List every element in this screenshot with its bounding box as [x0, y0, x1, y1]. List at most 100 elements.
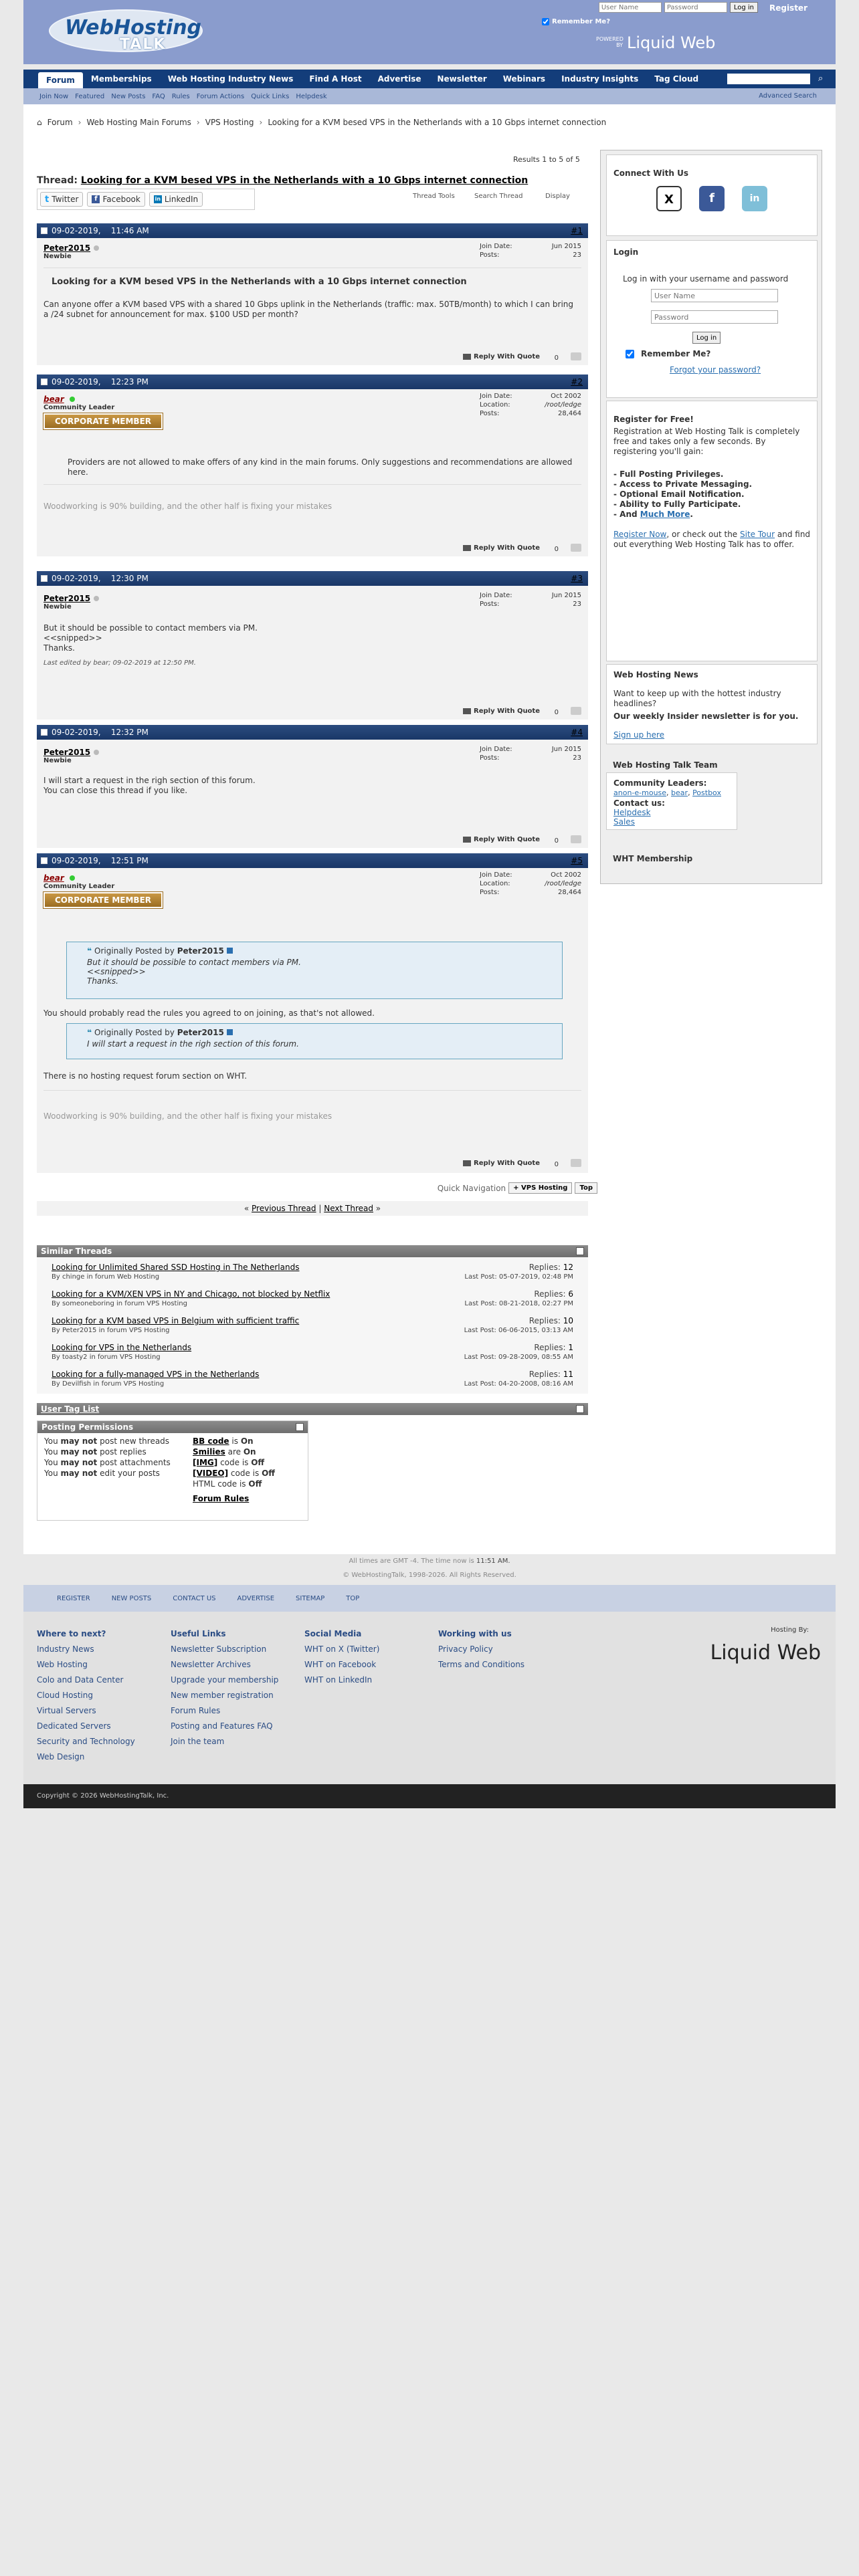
remember-checkbox[interactable] — [542, 18, 549, 25]
home-icon[interactable]: ⌂ — [37, 118, 42, 127]
footer-register-link[interactable]: REGISTER — [57, 1595, 90, 1602]
footer-link[interactable]: Upgrade your membership — [171, 1673, 278, 1688]
crumb-vps-hosting[interactable]: VPS Hosting — [205, 118, 254, 127]
reply-with-quote-button[interactable]: Reply With Quote — [463, 708, 540, 715]
view-post-icon[interactable] — [226, 948, 233, 954]
footer-new-posts-link[interactable]: NEW POSTS — [112, 1595, 152, 1602]
username-link[interactable]: bear — [43, 395, 64, 404]
footer-link[interactable]: Colo and Data Center — [37, 1673, 135, 1688]
similar-thread-link[interactable]: Looking for a KVM based VPS in Belgium w… — [52, 1316, 299, 1325]
nav-webinars[interactable]: Webinars — [495, 70, 553, 88]
footer-link[interactable]: WHT on LinkedIn — [304, 1673, 379, 1688]
subnav-new-posts[interactable]: New Posts — [111, 93, 145, 100]
site-tour-link[interactable]: Site Tour — [740, 530, 775, 539]
footer-link[interactable]: Security and Technology — [37, 1734, 135, 1749]
nav-advertise[interactable]: Advertise — [370, 70, 430, 88]
leader-link[interactable]: Postbox — [692, 788, 721, 797]
username-link[interactable]: Peter2015 — [43, 748, 90, 757]
footer-link[interactable]: Newsletter Archives — [171, 1657, 278, 1673]
view-post-icon[interactable] — [226, 1029, 233, 1035]
forgot-password-link[interactable]: Forgot your password? — [670, 365, 761, 374]
crumb-forum[interactable]: Forum — [47, 118, 73, 127]
signup-link[interactable]: Sign up here — [613, 730, 664, 740]
thread-tools-menu[interactable]: Thread Tools — [413, 193, 455, 200]
liquid-web-logo[interactable]: Liquid Web — [627, 33, 715, 52]
post-number[interactable]: #2 — [571, 377, 583, 387]
username-link[interactable]: Peter2015 — [43, 594, 90, 603]
reply-with-quote-button[interactable]: Reply With Quote — [463, 544, 540, 552]
site-logo[interactable]: WebHosting TALK — [42, 5, 209, 58]
username-link[interactable]: bear — [43, 873, 64, 883]
footer-link[interactable]: Newsletter Subscription — [171, 1642, 278, 1657]
footer-link[interactable]: Terms and Conditions — [438, 1657, 524, 1673]
footer-link[interactable]: Forum Rules — [171, 1703, 278, 1719]
subnav-faq[interactable]: FAQ — [152, 93, 165, 100]
linkedin-icon[interactable]: in — [742, 186, 767, 211]
previous-thread-link[interactable]: Previous Thread — [252, 1204, 316, 1213]
sidebar-remember-checkbox[interactable] — [626, 349, 634, 358]
login-button[interactable]: Log in — [729, 2, 758, 13]
post-number[interactable]: #1 — [571, 226, 583, 235]
leader-link[interactable]: bear — [671, 788, 688, 797]
thread-title-link[interactable]: Looking for a KVM besed VPS in the Nethe… — [81, 175, 528, 186]
x-icon[interactable]: X — [656, 186, 682, 211]
search-thread-menu[interactable]: Search Thread — [474, 193, 523, 200]
sidebar-remember[interactable]: Remember Me? — [626, 349, 710, 358]
video-code-link[interactable]: [VIDEO] — [193, 1469, 228, 1478]
helpdesk-link[interactable]: Helpdesk — [613, 808, 651, 818]
sidebar-login-button[interactable]: Log in — [692, 332, 721, 344]
twitter-share-button[interactable]: t Twitter — [40, 192, 84, 207]
like-icon[interactable] — [571, 544, 581, 552]
subnav-rules[interactable]: Rules — [172, 93, 190, 100]
nav-memberships[interactable]: Memberships — [83, 70, 160, 88]
subnav-helpdesk[interactable]: Helpdesk — [296, 93, 326, 100]
footer-contact-link[interactable]: CONTACT US — [173, 1595, 215, 1602]
footer-link[interactable]: Privacy Policy — [438, 1642, 524, 1657]
display-menu[interactable]: Display — [545, 193, 570, 200]
footer-link[interactable]: Web Design — [37, 1749, 135, 1765]
search-icon[interactable]: ⌕ — [818, 74, 829, 84]
nav-find-host[interactable]: Find A Host — [301, 70, 369, 88]
footer-advertise-link[interactable]: ADVERTISE — [237, 1595, 274, 1602]
reply-with-quote-button[interactable]: Reply With Quote — [463, 836, 540, 843]
subnav-join[interactable]: Join Now — [39, 93, 68, 100]
footer-link[interactable]: Join the team — [171, 1734, 278, 1749]
smilies-link[interactable]: Smilies — [193, 1447, 225, 1457]
like-icon[interactable] — [571, 707, 581, 715]
post-number[interactable]: #4 — [571, 728, 583, 737]
footer-link[interactable]: New member registration — [171, 1688, 278, 1703]
nav-industry-news[interactable]: Web Hosting Industry News — [160, 70, 302, 88]
reply-with-quote-button[interactable]: Reply With Quote — [463, 1160, 540, 1167]
footer-top-link[interactable]: TOP — [346, 1595, 359, 1602]
footer-sitemap-link[interactable]: SITEMAP — [296, 1595, 324, 1602]
collapse-icon[interactable] — [576, 1405, 584, 1413]
like-icon[interactable] — [571, 835, 581, 843]
img-code-link[interactable]: [IMG] — [193, 1458, 217, 1467]
user-tag-list-header[interactable]: User Tag List — [37, 1403, 588, 1415]
collapse-icon[interactable] — [296, 1423, 304, 1431]
nav-tag-cloud[interactable]: Tag Cloud — [646, 70, 706, 88]
post-number[interactable]: #3 — [571, 574, 583, 583]
collapse-icon[interactable] — [576, 1247, 584, 1255]
footer-link[interactable]: Virtual Servers — [37, 1703, 135, 1719]
footer-link[interactable]: Industry News — [37, 1642, 135, 1657]
next-thread-link[interactable]: Next Thread — [324, 1204, 373, 1213]
subnav-featured[interactable]: Featured — [75, 93, 104, 100]
like-icon[interactable] — [571, 352, 581, 360]
register-link[interactable]: Register — [769, 3, 807, 13]
register-now-link[interactable]: Register Now — [613, 530, 666, 539]
remember-me-top[interactable]: Remember Me? — [542, 18, 610, 25]
post-number[interactable]: #5 — [571, 856, 583, 865]
subnav-quick-links[interactable]: Quick Links — [251, 93, 289, 100]
footer-link[interactable]: Posting and Features FAQ — [171, 1719, 278, 1734]
nav-newsletter[interactable]: Newsletter — [430, 70, 495, 88]
quick-nav-select[interactable]: + VPS Hosting — [508, 1182, 573, 1194]
crumb-main-forums[interactable]: Web Hosting Main Forums — [86, 118, 191, 127]
facebook-share-button[interactable]: f Facebook — [87, 192, 145, 207]
footer-link[interactable]: WHT on Facebook — [304, 1657, 379, 1673]
username-input[interactable] — [598, 2, 662, 13]
reply-with-quote-button[interactable]: Reply With Quote — [463, 353, 540, 360]
bb-code-link[interactable]: BB code — [193, 1436, 229, 1446]
liquid-web-footer-logo[interactable]: Liquid Web — [710, 1641, 821, 1665]
similar-thread-link[interactable]: Looking for Unlimited Shared SSD Hosting… — [52, 1263, 299, 1272]
